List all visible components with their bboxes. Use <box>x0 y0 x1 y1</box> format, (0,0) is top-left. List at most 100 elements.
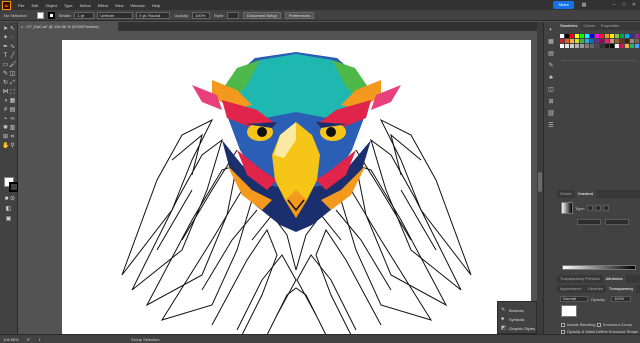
color-swatch[interactable] <box>625 34 629 38</box>
shape-builder-tool-icon[interactable]: ◑ <box>2 98 9 105</box>
color-swatch[interactable] <box>600 34 604 38</box>
eagle-artwork[interactable] <box>62 40 531 335</box>
blend-mode-select[interactable]: Normal <box>560 296 588 302</box>
opacity-field[interactable]: 100% <box>192 11 211 19</box>
opacity-mask-checkbox[interactable] <box>561 329 565 334</box>
color-swatch[interactable] <box>580 39 584 43</box>
graphic-styles-item[interactable]: ◩ Graphic Styles <box>501 326 535 332</box>
links-panel-icon[interactable]: ⛓ <box>547 110 555 118</box>
artboards-panel-icon[interactable]: ⊞ <box>547 98 555 106</box>
color-swatch[interactable] <box>595 39 599 43</box>
layers-panel-icon[interactable]: ◫ <box>547 86 555 94</box>
pen-tool-icon[interactable]: ✒ <box>2 44 9 51</box>
none-mode-icon[interactable]: ⊘ <box>9 196 16 203</box>
color-swatch[interactable] <box>630 34 634 38</box>
color-swatch[interactable] <box>570 34 574 38</box>
color-swatch[interactable] <box>600 44 604 48</box>
maximize-icon[interactable]: □ <box>620 1 628 9</box>
swatches-panel-icon[interactable]: ▤ <box>547 50 555 58</box>
isolate-blending-checkbox[interactable] <box>561 322 565 327</box>
column-graph-tool-icon[interactable]: ▥ <box>9 125 16 132</box>
fill-swatch[interactable] <box>36 11 44 19</box>
align-panel-icon[interactable]: ☰ <box>547 122 555 130</box>
rotate-tool-icon[interactable]: ↻ <box>2 80 9 87</box>
curvature-tool-icon[interactable]: ∿ <box>9 44 16 51</box>
color-swatch[interactable] <box>605 44 609 48</box>
scale-tool-icon[interactable]: ⤢ <box>9 80 16 87</box>
perspective-grid-tool-icon[interactable]: ▦ <box>9 98 16 105</box>
preferences-button[interactable]: Preferences <box>284 11 315 19</box>
scrollbar-thumb[interactable] <box>538 172 542 192</box>
color-swatch[interactable] <box>600 39 604 43</box>
color-swatch[interactable] <box>560 39 564 43</box>
knockout-group-checkbox[interactable] <box>597 322 601 327</box>
menu-help[interactable]: Help <box>152 3 160 8</box>
menu-view[interactable]: View <box>115 3 124 8</box>
lasso-tool-icon[interactable]: ◌ <box>9 35 16 42</box>
freeform-gradient-button[interactable] <box>603 205 609 211</box>
selection-tool-icon[interactable]: ➤ <box>2 26 9 33</box>
tab-appearance[interactable]: Appearance <box>557 285 585 293</box>
color-swatch[interactable] <box>630 39 634 43</box>
color-swatch[interactable] <box>585 39 589 43</box>
workspace-icon[interactable]: ▦ <box>580 1 588 9</box>
color-swatch[interactable] <box>590 34 594 38</box>
color-swatch[interactable] <box>615 34 619 38</box>
color-swatch[interactable] <box>620 34 624 38</box>
tab-transparency[interactable]: Transparency <box>605 285 637 293</box>
color-swatch[interactable] <box>620 44 624 48</box>
color-swatch[interactable] <box>570 44 574 48</box>
symbols-panel-icon[interactable]: ♣ <box>547 74 555 82</box>
width-tool-icon[interactable]: ⋈ <box>2 89 9 96</box>
close-icon[interactable]: ✕ <box>630 1 638 9</box>
knockout-group-row[interactable]: Knockout Group <box>597 322 632 327</box>
tab-swatches[interactable]: Swatches <box>557 22 581 30</box>
screen-mode-icon[interactable]: ▣ <box>5 216 12 223</box>
tab-attributes[interactable]: Attributes <box>602 275 626 283</box>
menu-file[interactable]: File <box>18 3 24 8</box>
share-button[interactable]: Share <box>553 1 574 9</box>
line-tool-icon[interactable]: ╱ <box>9 53 16 60</box>
artboard-tool-icon[interactable]: ⊞ <box>2 134 9 141</box>
color-swatch[interactable] <box>620 39 624 43</box>
free-transform-tool-icon[interactable]: ⬚ <box>9 89 16 96</box>
stroke-weight-field[interactable]: 1 pt <box>74 11 95 19</box>
color-swatch[interactable] <box>625 44 629 48</box>
gradient-slider[interactable] <box>562 265 636 270</box>
magic-wand-tool-icon[interactable]: ✦ <box>2 35 9 42</box>
color-swatch[interactable] <box>605 39 609 43</box>
color-swatch[interactable] <box>610 39 614 43</box>
menu-effect[interactable]: Effect <box>98 3 108 8</box>
color-swatch[interactable] <box>630 44 634 48</box>
menu-select[interactable]: Select <box>80 3 91 8</box>
color-swatch[interactable] <box>575 39 579 43</box>
draw-mode-icon[interactable]: ◧ <box>5 206 12 213</box>
gradient-preview[interactable] <box>561 202 573 214</box>
color-swatch[interactable] <box>590 44 594 48</box>
brushes-item[interactable]: ✎ Brushes <box>501 308 524 314</box>
color-swatch[interactable] <box>605 34 609 38</box>
artboard-number[interactable]: 1 <box>39 337 41 342</box>
tab-stroke[interactable]: Stroke <box>557 190 575 198</box>
artboard[interactable] <box>62 40 531 335</box>
radial-gradient-button[interactable] <box>595 205 601 211</box>
linear-gradient-button[interactable] <box>587 205 593 211</box>
menu-object[interactable]: Object <box>45 3 57 8</box>
color-swatch[interactable] <box>575 34 579 38</box>
transparency-opacity-field[interactable]: 100% <box>611 296 631 302</box>
symbol-sprayer-tool-icon[interactable]: ✺ <box>2 125 9 132</box>
brush-select[interactable]: 5 pt. Round <box>136 11 171 19</box>
zoom-level[interactable]: 106.56% <box>3 337 19 342</box>
color-swatch[interactable] <box>585 44 589 48</box>
tab-colors[interactable]: Colors <box>580 22 598 30</box>
color-swatch[interactable] <box>615 39 619 43</box>
color-swatch[interactable] <box>565 39 569 43</box>
color-swatch[interactable] <box>635 34 639 38</box>
color-swatch[interactable] <box>590 39 594 43</box>
hand-tool-icon[interactable]: ✋ <box>2 143 9 150</box>
color-swatch[interactable] <box>610 34 614 38</box>
brushes-panel-icon[interactable]: ✎ <box>547 62 555 70</box>
direct-selection-tool-icon[interactable]: ↖ <box>9 26 16 33</box>
color-swatch[interactable] <box>635 44 639 48</box>
pencil-tool-icon[interactable]: ✎ <box>2 71 9 78</box>
